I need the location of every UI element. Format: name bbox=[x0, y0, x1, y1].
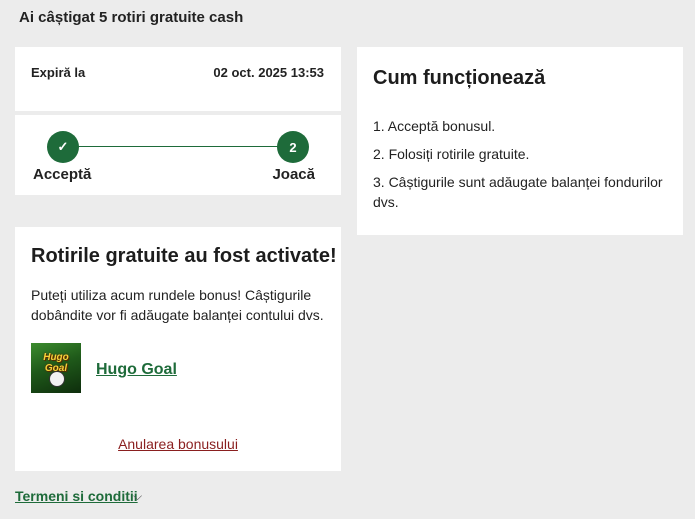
game-link[interactable]: Hugo Goal bbox=[96, 361, 177, 379]
game-thumbnail[interactable]: Hugo Goal bbox=[31, 343, 81, 393]
step-2-badge: 2 bbox=[277, 131, 309, 163]
terms-link[interactable]: Termeni si conditii bbox=[15, 488, 138, 504]
list-item: 3. Câștigurile sunt adăugate balanței fo… bbox=[373, 174, 663, 210]
cancel-bonus-link[interactable]: Anularea bonusului bbox=[15, 436, 341, 452]
expiry-label: Expiră la bbox=[31, 65, 86, 80]
active-title: Rotirile gratuite au fost activate! bbox=[31, 245, 337, 267]
steps-card: ✓ 2 Acceptă Joacă bbox=[15, 115, 341, 195]
how-it-works-list: 1. Acceptă bonusul. 2. Folosiți rotirile… bbox=[373, 116, 673, 220]
how-it-works-title: Cum funcționează bbox=[373, 67, 546, 89]
steps-connector-line bbox=[62, 146, 293, 147]
step-accept-label: Acceptă bbox=[33, 166, 92, 183]
list-item: 1. Acceptă bonusul. bbox=[373, 118, 496, 134]
list-item: 2. Folosiți rotirile gratuite. bbox=[373, 146, 530, 162]
football-icon bbox=[49, 371, 65, 387]
expiry-value: 02 oct. 2025 13:53 bbox=[213, 65, 324, 80]
step-play-label: Joacă bbox=[272, 166, 315, 183]
active-description: Puteți utiliza acum rundele bonus! Câști… bbox=[31, 287, 324, 323]
how-it-works-card: Cum funcționează 1. Acceptă bonusul. 2. … bbox=[357, 47, 683, 235]
page-title: Ai câștigat 5 rotiri gratuite cash bbox=[19, 9, 244, 26]
chevron-down-icon[interactable]: ⌵ bbox=[133, 489, 142, 504]
expiry-card: Expiră la 02 oct. 2025 13:53 bbox=[15, 47, 341, 111]
checkmark-icon: ✓ bbox=[47, 131, 79, 163]
free-spins-active-card: Rotirile gratuite au fost activate! Pute… bbox=[15, 227, 341, 471]
